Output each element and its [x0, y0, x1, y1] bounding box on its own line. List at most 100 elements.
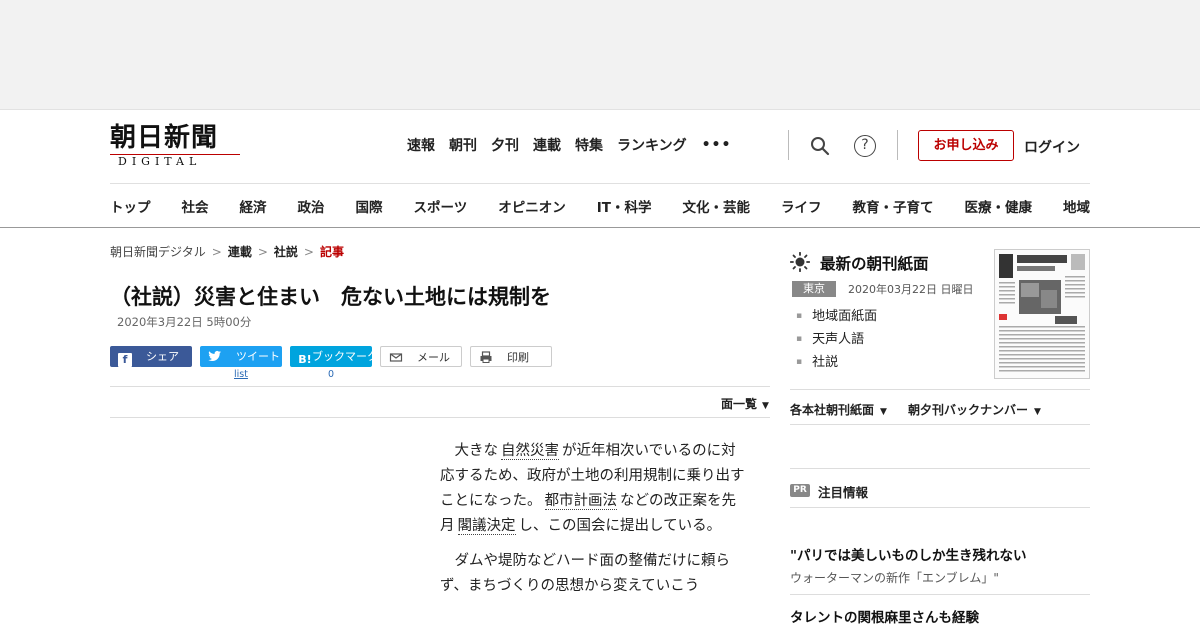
top-nav: 速報 朝刊 夕刊 連載 特集 ランキング ••• — [400, 134, 738, 156]
hatena-bookmark-button[interactable]: B!ブックマーク — [290, 346, 378, 367]
sidebar-divider — [790, 507, 1090, 508]
breadcrumb-editorial[interactable]: 社説 — [274, 245, 298, 259]
more-menu-icon[interactable]: ••• — [702, 137, 732, 153]
nav-features[interactable]: 特集 — [575, 135, 603, 155]
article-paragraph: 大きな 自然災害 が近年相次いでいるのに対応するため、政府が土地の利用規制に乗り出す… — [440, 439, 750, 539]
sidebar-divider — [790, 594, 1090, 595]
back-number-label: 朝夕刊バックナンバー — [908, 403, 1029, 417]
pr-section-title: 注目情報 — [818, 485, 869, 500]
region-badge: 東京 — [792, 281, 836, 297]
keyword-link[interactable]: 自然災害 — [501, 443, 559, 460]
cat-education[interactable]: 教育・子育て — [852, 196, 933, 216]
logo-subtitle: DIGITAL — [110, 154, 240, 169]
cat-society[interactable]: 社会 — [182, 196, 209, 216]
cat-region[interactable]: 地域 — [1063, 196, 1090, 216]
caret-down-icon: ▼ — [880, 407, 887, 417]
keyword-link[interactable]: 閣議決定 — [457, 518, 516, 535]
nav-series[interactable]: 連載 — [533, 135, 561, 155]
mail-share-button[interactable]: メール — [380, 346, 462, 367]
nav-morning[interactable]: 朝刊 — [449, 135, 477, 155]
nav-ranking[interactable]: ランキング — [617, 135, 687, 155]
category-nav: トップ 社会 経済 政治 国際 スポーツ オピニオン IT・科学 文化・芸能 ラ… — [110, 196, 1090, 216]
article-title: （社説）災害と住まい 危ない土地には規制を — [110, 285, 551, 309]
cat-culture[interactable]: 文化・芸能 — [682, 196, 750, 216]
breadcrumb-home[interactable]: 朝日新聞デジタル — [110, 245, 206, 259]
nav-evening[interactable]: 夕刊 — [491, 135, 519, 155]
newspaper-front-page-image — [995, 250, 1089, 378]
twitter-count-link[interactable]: list — [200, 369, 282, 380]
divider — [110, 386, 770, 387]
keyword-link[interactable]: 都市計画法 — [544, 493, 617, 510]
body-text: し、この国会に提出している。 — [518, 518, 722, 534]
paper-links: 地域面紙面 天声人語 社説 — [796, 305, 877, 374]
site-header: 朝日新聞 DIGITAL 速報 朝刊 夕刊 連載 特集 ランキング ••• ? … — [0, 110, 1200, 228]
twitter-bird-icon — [208, 350, 221, 362]
paper-link-regional[interactable]: 地域面紙面 — [796, 305, 877, 328]
nav-breaking[interactable]: 速報 — [407, 135, 435, 155]
mail-share-label: メール — [417, 351, 450, 364]
facebook-share-label: シェア — [146, 350, 179, 363]
hatena-icon: B! — [298, 353, 312, 366]
page-list-dropdown[interactable]: 面一覧 ▼ — [721, 395, 769, 412]
ad-banner-area — [0, 0, 1200, 110]
cat-international[interactable]: 国際 — [356, 196, 383, 216]
sidebar-divider — [790, 468, 1090, 469]
breadcrumb-separator: > — [303, 245, 314, 259]
twitter-share-button[interactable]: ツイート — [200, 346, 282, 367]
article-paragraph: ダムや堤防などハード面の整備だけに頼らず、まちづくりの思想から変えていこう — [440, 553, 730, 594]
search-icon[interactable] — [810, 136, 830, 156]
hatena-bookmark-label: ブックマーク — [312, 350, 378, 363]
breadcrumb-series[interactable]: 連載 — [228, 245, 252, 259]
breadcrumb: 朝日新聞デジタル > 連載 > 社説 > 記事 — [110, 243, 344, 260]
cat-economy[interactable]: 経済 — [240, 196, 267, 216]
cat-opinion[interactable]: オピニオン — [498, 196, 566, 216]
body-text: 大きな — [454, 443, 499, 459]
page-list-label: 面一覧 — [721, 397, 758, 411]
pr-item-subtitle[interactable]: ウォーターマンの新作「エンブレム」" — [790, 569, 999, 586]
sun-icon — [790, 252, 810, 272]
pr-item-headline[interactable]: "パリでは美しいものしか生き残れない — [790, 544, 1027, 564]
paper-link-editorial[interactable]: 社説 — [796, 351, 877, 374]
breadcrumb-separator: > — [211, 245, 222, 259]
hatena-bookmark-count[interactable]: 0 — [290, 369, 372, 380]
help-icon[interactable]: ? — [854, 135, 876, 157]
breadcrumb-current: 記事 — [319, 245, 344, 259]
caret-down-icon: ▼ — [1034, 407, 1041, 417]
print-label: 印刷 — [507, 351, 529, 364]
header-rule — [110, 183, 1090, 184]
caret-down-icon: ▼ — [762, 401, 769, 411]
regional-morning-dropdown[interactable]: 各本社朝刊紙面 ▼ — [790, 401, 887, 418]
logo-wordmark: 朝日新聞 — [110, 123, 219, 153]
subscribe-button[interactable]: お申し込み — [918, 130, 1014, 161]
mail-icon — [389, 353, 403, 362]
latest-paper-title[interactable]: 最新の朝刊紙面 — [820, 252, 929, 274]
pr-badge: PR — [790, 484, 810, 497]
article-body: 大きな 自然災害 が近年相次いでいるのに対応するため、政府が土地の利用規制に乗り出す… — [440, 439, 750, 609]
divider — [110, 417, 770, 418]
cat-health[interactable]: 医療・健康 — [964, 196, 1032, 216]
print-button[interactable]: 印刷 — [470, 346, 552, 367]
header-divider — [788, 130, 789, 160]
printer-icon — [480, 351, 492, 363]
twitter-share-label: ツイート — [236, 350, 280, 363]
sidebar-divider — [790, 389, 1090, 390]
login-link[interactable]: ログイン — [1024, 137, 1080, 157]
article-date: 2020年3月22日 5時00分 — [117, 315, 252, 329]
cat-life[interactable]: ライフ — [781, 196, 822, 216]
cat-sports[interactable]: スポーツ — [414, 196, 468, 216]
site-logo[interactable]: 朝日新聞 DIGITAL — [110, 124, 242, 169]
regional-morning-label: 各本社朝刊紙面 — [790, 403, 875, 417]
cat-it-science[interactable]: IT・科学 — [597, 196, 652, 216]
breadcrumb-separator: > — [257, 245, 268, 259]
paper-date: 2020年03月22日 日曜日 — [848, 283, 974, 296]
cat-politics[interactable]: 政治 — [298, 196, 325, 216]
sidebar-divider — [790, 424, 1090, 425]
cat-top[interactable]: トップ — [110, 196, 151, 216]
back-number-dropdown[interactable]: 朝夕刊バックナンバー ▼ — [908, 401, 1041, 418]
newspaper-thumbnail[interactable] — [994, 249, 1090, 379]
header-divider — [897, 130, 898, 160]
pr-item-headline[interactable]: タレントの関根麻里さんも経験 — [790, 606, 979, 626]
facebook-icon: f — [118, 353, 132, 367]
facebook-share-button[interactable]: f シェア — [110, 346, 192, 367]
paper-link-tensei-jingo[interactable]: 天声人語 — [796, 328, 877, 351]
